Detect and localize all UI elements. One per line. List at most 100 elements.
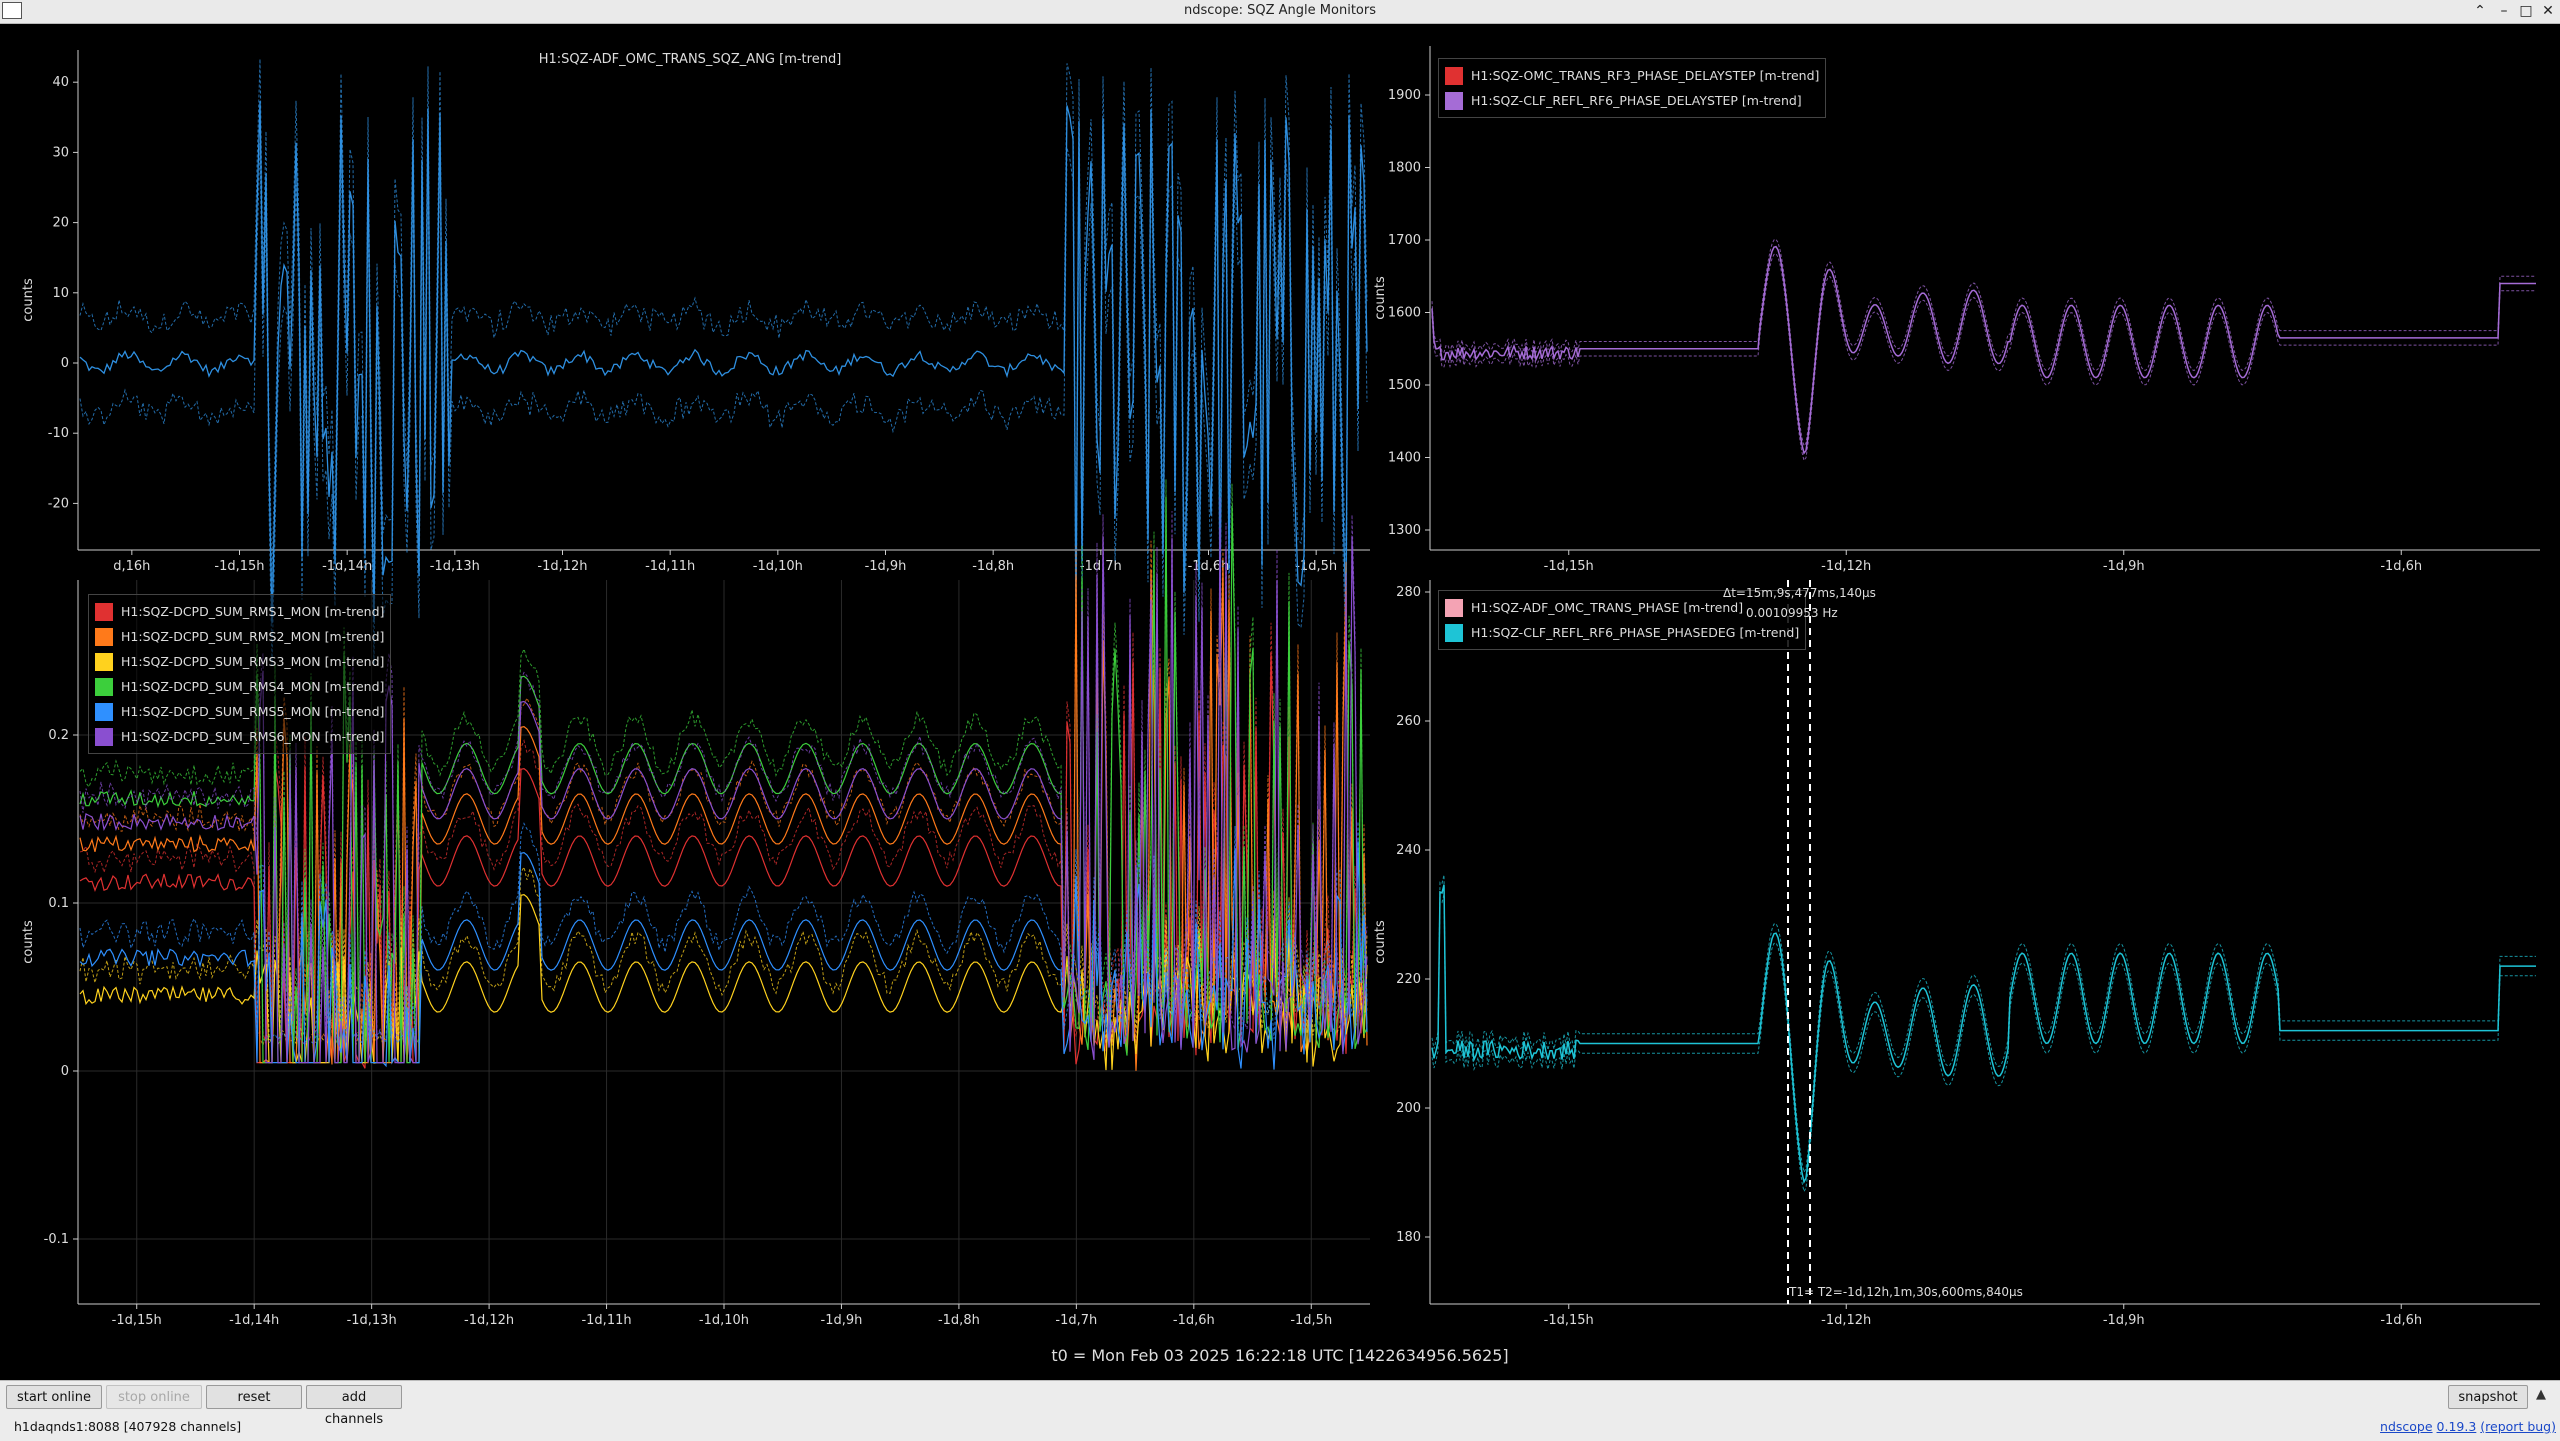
x-tick-label: -1d,12h bbox=[537, 559, 587, 574]
legend-item[interactable]: H1:SQZ-CLF_REFL_RF6_PHASE_DELAYSTEP [m-t… bbox=[1445, 88, 1819, 113]
x-tick-label: -1d,9h bbox=[2103, 1313, 2145, 1328]
y-tick-label: 1500 bbox=[1388, 378, 1421, 393]
x-tick-label: -1d,6h bbox=[2380, 559, 2422, 574]
report-bug-link[interactable]: (report bug) bbox=[2480, 1419, 2556, 1434]
plot-sqz-ang-canvas[interactable]: d,16h -1d,15h -1d,14h -1d,13h -1d,12h -1d,11h… bbox=[0, 24, 1380, 666]
legend-label: H1:SQZ-CLF_REFL_RF6_PHASE_PHASEDEG [m-tr… bbox=[1471, 625, 1800, 640]
y-tick-label: 1700 bbox=[1388, 233, 1421, 248]
plot-legend: H1:SQZ-OMC_TRANS_RF3_PHASE_DELAYSTEP [m-… bbox=[1438, 58, 1827, 118]
bottom-toolbar: start online stop online reset add chann… bbox=[0, 1380, 2560, 1441]
x-tick-label: -1d,12h bbox=[1821, 559, 1871, 574]
plot-sqz-ang[interactable]: H1:SQZ-ADF_OMC_TRANS_SQZ_ANG [m-trend] d… bbox=[0, 24, 1380, 666]
app-name-link[interactable]: ndscope bbox=[2380, 1419, 2433, 1434]
legend-label: H1:SQZ-DCPD_SUM_RMS6_MON [m-trend] bbox=[121, 729, 385, 744]
legend-swatch bbox=[1445, 91, 1463, 110]
start-online-button[interactable]: start online bbox=[6, 1385, 102, 1409]
legend-swatch bbox=[95, 602, 113, 621]
y-tick-label: 1400 bbox=[1388, 451, 1421, 466]
legend-label: H1:SQZ-DCPD_SUM_RMS4_MON [m-trend] bbox=[121, 679, 385, 694]
legend-item[interactable]: H1:SQZ-CLF_REFL_RF6_PHASE_PHASEDEG [m-tr… bbox=[1445, 620, 1799, 645]
window-close-button[interactable]: ✕ bbox=[2536, 0, 2560, 23]
version-info: ndscope 0.19.3 (report bug) bbox=[2380, 1419, 2556, 1434]
plot-legend: H1:SQZ-DCPD_SUM_RMS1_MON [m-trend] H1:SQ… bbox=[88, 594, 392, 754]
plot-phase[interactable]: -1d,15h -1d,12h -1d,9h -1d,6h 280 260 240 220 20… bbox=[1373, 574, 2560, 1340]
x-tick-label: -1d,6h bbox=[2380, 1313, 2422, 1328]
legend-swatch bbox=[95, 627, 113, 646]
x-tick-label: -1d,7h bbox=[1080, 559, 1122, 574]
x-tick-label: -1d,9h bbox=[865, 559, 907, 574]
x-tick-label: -1d,8h bbox=[938, 1313, 980, 1328]
trace-mean bbox=[1431, 245, 2536, 455]
legend-label: H1:SQZ-OMC_TRANS_RF3_PHASE_DELAYSTEP [m-… bbox=[1471, 68, 1820, 83]
plot-phase-canvas[interactable]: -1d,15h -1d,12h -1d,9h -1d,6h 280 260 240 220 20… bbox=[1373, 574, 2560, 1340]
y-axis-label: counts bbox=[21, 920, 36, 964]
legend-item[interactable]: H1:SQZ-OMC_TRANS_RF3_PHASE_DELAYSTEP [m-… bbox=[1445, 63, 1819, 88]
legend-item[interactable]: H1:SQZ-DCPD_SUM_RMS3_MON [m-trend] bbox=[95, 649, 384, 674]
y-tick-label: 20 bbox=[52, 216, 69, 231]
trace-max bbox=[1431, 874, 2536, 1174]
window-maximize-button[interactable]: □ bbox=[2514, 0, 2538, 23]
legend-swatch bbox=[95, 702, 113, 721]
x-tick-label: -1d,15h bbox=[214, 559, 264, 574]
y-axis-label: counts bbox=[1373, 276, 1388, 320]
legend-item[interactable]: H1:SQZ-DCPD_SUM_RMS2_MON [m-trend] bbox=[95, 624, 384, 649]
legend-item[interactable]: H1:SQZ-DCPD_SUM_RMS5_MON [m-trend] bbox=[95, 699, 384, 724]
y-tick-label: 280 bbox=[1396, 585, 1421, 600]
y-tick-label: 1900 bbox=[1388, 88, 1421, 103]
nds-server-status: h1daqnds1:8088 [407928 channels] bbox=[14, 1419, 242, 1434]
y-tick-label: 0 bbox=[61, 356, 69, 371]
legend-swatch bbox=[1445, 66, 1463, 85]
x-tick-label: -1d,5h bbox=[1290, 1313, 1332, 1328]
legend-label: H1:SQZ-ADF_OMC_TRANS_PHASE [m-trend] bbox=[1471, 600, 1744, 615]
window-title: ndscope: SQZ Angle Monitors bbox=[1184, 3, 1376, 18]
x-tick-label: -1d,8h bbox=[972, 559, 1014, 574]
y-tick-label: 1600 bbox=[1388, 306, 1421, 321]
y-axis-label: counts bbox=[21, 278, 36, 322]
legend-item[interactable]: H1:SQZ-DCPD_SUM_RMS6_MON [m-trend] bbox=[95, 724, 384, 749]
stop-online-button: stop online bbox=[106, 1385, 202, 1409]
add-channels-button[interactable]: add channels bbox=[306, 1385, 402, 1427]
y-tick-label: 0 bbox=[61, 1064, 69, 1079]
legend-swatch bbox=[95, 727, 113, 746]
x-tick-label: -1d,7h bbox=[1055, 1313, 1097, 1328]
x-tick-label: -1d,9h bbox=[821, 1313, 863, 1328]
x-tick-label: -1d,15h bbox=[112, 1313, 162, 1328]
x-tick-label: -1d,11h bbox=[581, 1313, 631, 1328]
y-tick-label: 0.2 bbox=[48, 728, 69, 743]
y-tick-label: 180 bbox=[1396, 1230, 1421, 1245]
window-minimize-button[interactable]: – bbox=[2492, 0, 2516, 23]
x-tick-label: -1d,12h bbox=[464, 1313, 514, 1328]
reset-button[interactable]: reset bbox=[206, 1385, 302, 1409]
plot-rms[interactable]: -1d,15h -1d,14h -1d,13h -1d,12h -1d,11h -1d,1… bbox=[0, 479, 1380, 1340]
cursor-delta-time: 15m,9s,477ms,140μs bbox=[1746, 586, 1876, 600]
legend-swatch bbox=[1445, 598, 1463, 617]
y-tick-label: 220 bbox=[1396, 972, 1421, 987]
plot-delaystep[interactable]: -1d,15h -1d,12h -1d,9h -1d,6h 1900 1800 1700 16… bbox=[1373, 24, 2560, 574]
x-tick-label: -1d,5h bbox=[1295, 559, 1337, 574]
y-tick-label: 0.1 bbox=[48, 896, 69, 911]
legend-label: H1:SQZ-DCPD_SUM_RMS2_MON [m-trend] bbox=[121, 629, 385, 644]
y-tick-label: 40 bbox=[52, 75, 69, 90]
cursor-time-label: T1= T2=-1d,12h,1m,30s,600ms,840μs bbox=[1789, 1285, 2023, 1299]
window-shade-button[interactable]: ⌃ bbox=[2468, 0, 2492, 23]
x-tick-label: -1d,13h bbox=[430, 559, 480, 574]
y-tick-label: 200 bbox=[1396, 1101, 1421, 1116]
y-tick-label: -20 bbox=[48, 496, 69, 511]
legend-item[interactable]: H1:SQZ-DCPD_SUM_RMS4_MON [m-trend] bbox=[95, 674, 384, 699]
window-titlebar: ndscope: SQZ Angle Monitors ⌃ – □ ✕ bbox=[0, 0, 2560, 24]
trace-mean bbox=[79, 101, 1368, 624]
cursor-delta-frequency: 0.00109953 Hz bbox=[1746, 606, 1838, 620]
y-tick-label: 10 bbox=[52, 286, 69, 301]
expand-panel-icon[interactable]: ▲ bbox=[2536, 1387, 2546, 1402]
x-tick-label: -1d,10h bbox=[753, 559, 803, 574]
version-link[interactable]: 0.19.3 bbox=[2437, 1419, 2477, 1434]
cursor-delta-label: Δt= bbox=[1723, 586, 1746, 600]
trace-mean bbox=[1431, 884, 2536, 1184]
snapshot-button[interactable]: snapshot bbox=[2448, 1385, 2528, 1409]
x-tick-label: -1d,11h bbox=[645, 559, 695, 574]
x-tick-label: d,16h bbox=[113, 559, 150, 574]
x-tick-label: -1d,6h bbox=[1173, 1313, 1215, 1328]
legend-item[interactable]: H1:SQZ-DCPD_SUM_RMS1_MON [m-trend] bbox=[95, 599, 384, 624]
y-tick-label: 1800 bbox=[1388, 161, 1421, 176]
x-tick-label: -1d,13h bbox=[347, 1313, 397, 1328]
